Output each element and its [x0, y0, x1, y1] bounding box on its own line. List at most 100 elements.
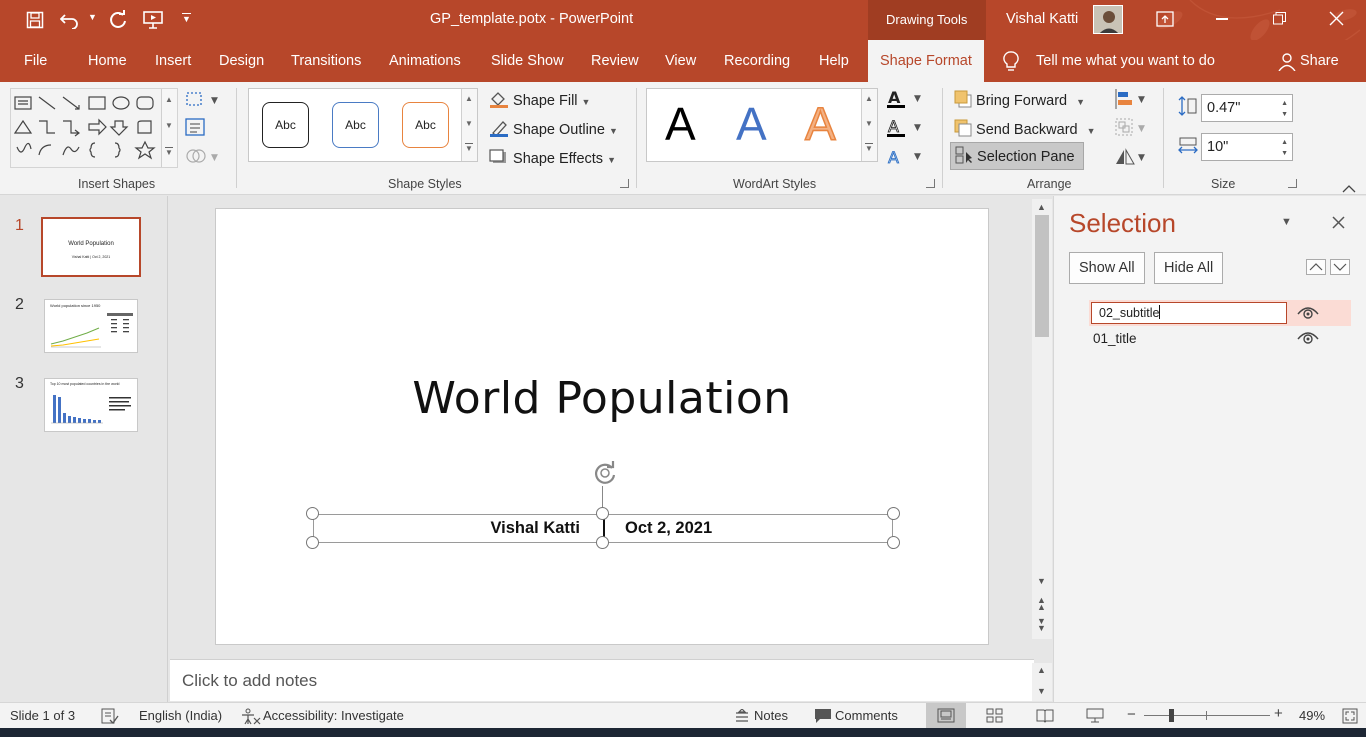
- subtitle-date[interactable]: Oct 2, 2021: [625, 519, 712, 538]
- tab-home[interactable]: Home: [88, 40, 127, 82]
- shape-style-1[interactable]: Abc: [262, 102, 309, 148]
- selection-item-row[interactable]: 02_subtitle: [1089, 300, 1351, 326]
- shapes-grid-icon[interactable]: [11, 89, 161, 167]
- resize-handle-bottom-right[interactable]: [887, 536, 900, 549]
- selection-pane-button[interactable]: Selection Pane: [950, 142, 1084, 170]
- selection-item-row[interactable]: 01_title: [1089, 326, 1351, 352]
- notes-pane[interactable]: Click to add notes ▲ ▼: [170, 659, 1052, 701]
- comments-toggle[interactable]: Comments: [835, 708, 898, 723]
- pane-close-icon[interactable]: [1332, 216, 1345, 232]
- slide-scrollbar[interactable]: ▲ ▼ ▲ ▲ ▼ ▼: [1032, 199, 1052, 639]
- zoom-out-icon[interactable]: −: [1127, 706, 1136, 723]
- visibility-eye-icon[interactable]: [1297, 304, 1319, 325]
- height-decrease-icon[interactable]: ▼: [1281, 111, 1288, 118]
- wordart-blue[interactable]: A: [736, 97, 767, 151]
- share-icon[interactable]: [1278, 53, 1296, 74]
- height-increase-icon[interactable]: ▲: [1281, 100, 1288, 107]
- subtitle-author[interactable]: Vishal Katti: [490, 519, 580, 538]
- next-slide-icon[interactable]: ▼ ▼: [1037, 617, 1046, 633]
- wordart-orange[interactable]: A: [804, 97, 836, 151]
- tab-shape-format[interactable]: Shape Format: [868, 40, 984, 82]
- slideshow-view-icon[interactable]: [1086, 708, 1104, 726]
- slide-canvas[interactable]: World Population Vishal Katti Oct 2, 202…: [215, 208, 989, 645]
- wordart-gallery[interactable]: A A A ▲ ▼ ▼: [646, 88, 878, 162]
- normal-view-button[interactable]: [926, 703, 966, 728]
- customize-icon[interactable]: ▼: [182, 13, 191, 24]
- tell-me-search[interactable]: Tell me what you want to do: [1036, 40, 1215, 82]
- slide-sorter-icon[interactable]: [986, 708, 1004, 726]
- width-increase-icon[interactable]: ▲: [1281, 139, 1288, 146]
- rotate-handle-icon[interactable]: [590, 458, 620, 491]
- shape-height-input[interactable]: 0.47" ▲ ▼: [1201, 94, 1293, 122]
- slide-title[interactable]: World Population: [216, 373, 988, 424]
- minimize-icon[interactable]: [1216, 18, 1228, 20]
- pane-options-icon[interactable]: ▼: [1281, 216, 1292, 228]
- zoom-level[interactable]: 49%: [1299, 708, 1325, 723]
- notes-scroll-down-icon[interactable]: ▼: [1037, 686, 1046, 696]
- resize-handle-top-middle[interactable]: [596, 507, 609, 520]
- notes-toggle-icon[interactable]: [735, 708, 749, 726]
- send-backward-layer-icon[interactable]: [1330, 259, 1350, 275]
- accessibility-icon[interactable]: [241, 708, 261, 728]
- tab-design[interactable]: Design: [219, 40, 264, 82]
- send-backward-button[interactable]: Send Backward ▼: [954, 119, 1096, 138]
- bring-forward-layer-icon[interactable]: [1306, 259, 1326, 275]
- shape-style-2[interactable]: Abc: [332, 102, 379, 148]
- spell-check-icon[interactable]: [101, 708, 119, 727]
- text-effects-icon[interactable]: A ▼: [886, 146, 926, 171]
- shape-fill-button[interactable]: Shape Fill ▼: [489, 90, 590, 109]
- text-fill-icon[interactable]: A ▼: [886, 88, 926, 113]
- tab-insert[interactable]: Insert: [155, 40, 191, 82]
- shape-styles-gallery[interactable]: Abc Abc Abc ▲ ▼ ▼: [248, 88, 478, 162]
- resize-handle-top-right[interactable]: [887, 507, 900, 520]
- shape-style-3[interactable]: Abc: [402, 102, 449, 148]
- share-button[interactable]: Share: [1300, 40, 1339, 82]
- tab-view[interactable]: View: [665, 40, 696, 82]
- shape-effects-button[interactable]: Shape Effects ▼: [489, 148, 616, 167]
- undo-icon[interactable]: [59, 11, 80, 32]
- collapse-ribbon-icon[interactable]: [1342, 181, 1356, 196]
- show-all-button[interactable]: Show All: [1069, 252, 1145, 284]
- shapes-gallery[interactable]: ▲ ▼ ▼: [10, 88, 178, 168]
- resize-handle-bottom-left[interactable]: [306, 536, 319, 549]
- avatar[interactable]: [1093, 5, 1123, 34]
- undo-dropdown-icon[interactable]: ▼: [88, 12, 97, 22]
- shape-outline-button[interactable]: Shape Outline ▼: [489, 119, 618, 138]
- scroll-thumb[interactable]: [1035, 215, 1049, 337]
- shape-width-input[interactable]: 10" ▲ ▼: [1201, 133, 1293, 161]
- wordart-black[interactable]: A: [665, 97, 696, 151]
- slide-thumbnail-1[interactable]: World Population Vishal Katti | Oct 2, 2…: [41, 217, 141, 277]
- close-icon[interactable]: [1329, 11, 1344, 29]
- edit-shape-icon[interactable]: ▼: [185, 90, 225, 111]
- language-indicator[interactable]: English (India): [139, 708, 222, 723]
- zoom-in-icon[interactable]: +: [1274, 705, 1283, 722]
- visibility-eye-icon[interactable]: [1297, 329, 1319, 350]
- slide-thumbnail-2[interactable]: World population since 1950: [44, 299, 138, 353]
- tab-recording[interactable]: Recording: [724, 40, 790, 82]
- hide-all-button[interactable]: Hide All: [1154, 252, 1224, 284]
- notes-scrollbar[interactable]: ▲ ▼: [1032, 663, 1052, 701]
- slide-thumbnail-3[interactable]: Top 10 most populated countries in the w…: [44, 378, 138, 432]
- restore-icon[interactable]: [1273, 12, 1286, 25]
- comments-icon[interactable]: [814, 708, 832, 727]
- previous-slide-icon[interactable]: ▲ ▲: [1037, 596, 1046, 612]
- notes-placeholder[interactable]: Click to add notes: [182, 671, 317, 691]
- present-icon[interactable]: [142, 10, 166, 33]
- selection-item-rename-input[interactable]: 02_subtitle: [1091, 302, 1287, 324]
- scroll-up-icon[interactable]: ▲: [1037, 202, 1046, 212]
- text-outline-icon[interactable]: A ▼: [886, 117, 926, 142]
- scroll-down-icon[interactable]: ▼: [1037, 576, 1046, 586]
- accessibility-status[interactable]: Accessibility: Investigate: [263, 708, 404, 723]
- save-icon[interactable]: [26, 11, 44, 32]
- user-name[interactable]: Vishal Katti: [1006, 11, 1078, 27]
- tab-slide-show[interactable]: Slide Show: [491, 40, 564, 82]
- ribbon-display-options-icon[interactable]: [1156, 11, 1174, 30]
- size-launcher-icon[interactable]: [1288, 179, 1297, 188]
- tab-animations[interactable]: Animations: [389, 40, 461, 82]
- tab-transitions[interactable]: Transitions: [291, 40, 361, 82]
- zoom-slider[interactable]: [1144, 709, 1270, 722]
- align-icon[interactable]: ▼: [1114, 88, 1148, 113]
- slide-counter[interactable]: Slide 1 of 3: [10, 708, 75, 723]
- shape-styles-launcher-icon[interactable]: [620, 179, 629, 188]
- rotate-icon[interactable]: ▼: [1114, 146, 1148, 171]
